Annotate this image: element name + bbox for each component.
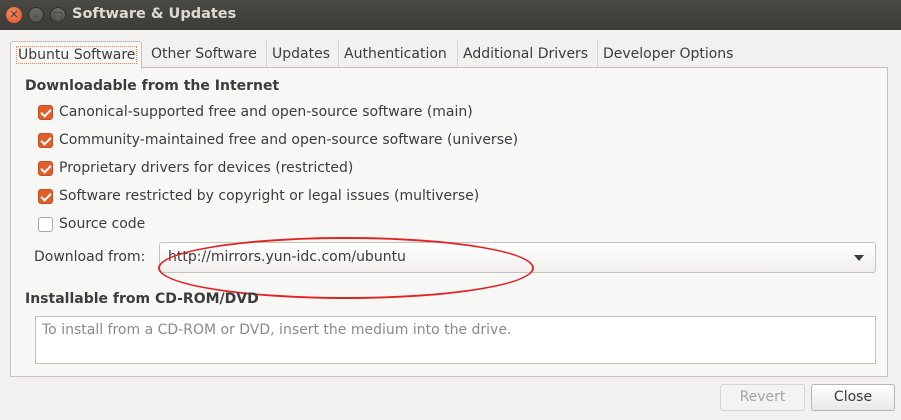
- checkbox-label: Source code: [59, 216, 146, 232]
- tab-developer-options[interactable]: Developer Options: [598, 41, 744, 68]
- checkbox-label: Community-maintained free and open-sourc…: [59, 132, 519, 148]
- tab-label: Developer Options: [603, 46, 734, 62]
- checkbox-label: Canonical-supported free and open-source…: [59, 104, 473, 120]
- checkbox-unchecked-icon[interactable]: [38, 217, 53, 232]
- tab-authentication[interactable]: Authentication: [339, 41, 458, 68]
- tab-ubuntu-software[interactable]: Ubuntu Software: [10, 41, 142, 69]
- red-highlight-ellipse: [158, 237, 534, 299]
- tab-label: Authentication: [344, 46, 447, 62]
- checkbox-checked-icon[interactable]: [38, 133, 53, 148]
- tab-label: Additional Drivers: [463, 46, 589, 62]
- tab-label: Other Software: [151, 46, 257, 62]
- window-title: Software & Updates: [72, 6, 237, 22]
- checkbox-label: Software restricted by copyright or lega…: [59, 188, 480, 204]
- tab-updates[interactable]: Updates: [267, 41, 339, 68]
- cdrom-list[interactable]: To install from a CD-ROM or DVD, insert …: [35, 316, 876, 364]
- window-close-icon[interactable]: ✕: [6, 7, 22, 23]
- checkbox-checked-icon[interactable]: [38, 189, 53, 204]
- tab-additional-drivers[interactable]: Additional Drivers: [458, 41, 598, 68]
- tab-label: Ubuntu Software: [16, 46, 138, 64]
- window-minimize-icon[interactable]: –: [28, 7, 44, 23]
- downloadable-section-title: Downloadable from the Internet: [25, 78, 280, 94]
- download-from-label: Download from:: [34, 249, 146, 265]
- dropdown-arrow-icon[interactable]: [854, 255, 864, 261]
- tab-label: Updates: [272, 46, 330, 62]
- window-maximize-icon[interactable]: □: [50, 7, 66, 23]
- revert-button[interactable]: Revert: [720, 384, 805, 411]
- tab-other-software[interactable]: Other Software: [146, 41, 267, 68]
- checkbox-checked-icon[interactable]: [38, 105, 53, 120]
- checkbox-label: Proprietary drivers for devices (restric…: [59, 160, 354, 176]
- cdrom-placeholder: To install from a CD-ROM or DVD, insert …: [42, 322, 512, 338]
- title-bar: ✕ – □ Software & Updates: [0, 0, 901, 30]
- checkbox-checked-icon[interactable]: [38, 161, 53, 176]
- cdrom-section-title: Installable from CD-ROM/DVD: [25, 291, 259, 307]
- close-button[interactable]: Close: [811, 384, 895, 411]
